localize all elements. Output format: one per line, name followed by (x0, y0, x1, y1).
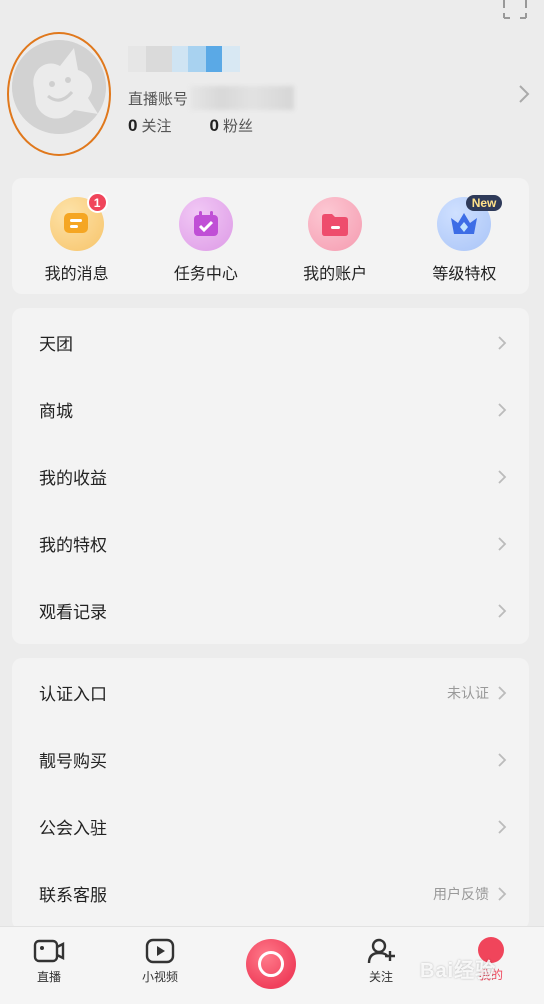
video-play-icon (145, 938, 175, 964)
fans-count: 0 (209, 116, 219, 135)
go-live-icon (258, 951, 284, 977)
chevron-right-icon (519, 85, 530, 103)
account-id-row: 直播账号 (128, 86, 295, 110)
following-stat[interactable]: 0 关注 (128, 115, 171, 136)
chevron-right-icon (498, 402, 507, 417)
quick-action-label: 等级特权 (432, 266, 497, 283)
nav-label: 关注 (368, 970, 393, 984)
menu-label: 公会入驻 (39, 819, 107, 838)
menu-item-earnings[interactable]: 我的收益 (12, 443, 529, 510)
chevron-right-icon (498, 886, 507, 901)
message-icon: 1 (49, 192, 108, 251)
nav-short-video[interactable]: 小视频 (125, 937, 195, 985)
menu-label: 联系客服 (39, 886, 107, 905)
go-live-button[interactable] (246, 939, 296, 989)
account-prefix: 直播账号 (128, 90, 189, 108)
quick-action-level[interactable]: New 等级特权 (400, 178, 529, 294)
nav-following[interactable]: 关注 (346, 937, 416, 985)
account-id-blurred (190, 86, 295, 110)
nickname-blurred (128, 46, 240, 72)
default-avatar-icon (12, 40, 106, 134)
profile-stats: 0 关注 0 粉丝 (128, 115, 253, 136)
avatar[interactable] (12, 40, 106, 134)
fans-label: 粉丝 (222, 118, 253, 135)
chevron-right-icon (498, 752, 507, 767)
menu-item-guild[interactable]: 公会入驻 (12, 793, 529, 860)
menu-item-mall[interactable]: 商城 (12, 376, 529, 443)
menu-label: 我的特权 (39, 536, 107, 555)
new-badge: New (465, 195, 503, 211)
chevron-right-icon (498, 335, 507, 350)
quick-action-label: 任务中心 (173, 266, 238, 283)
menu-item-tiantuan[interactable]: 天团 (12, 309, 529, 376)
tv-icon (33, 939, 65, 963)
menu-item-vip-number[interactable]: 靓号购买 (12, 726, 529, 793)
following-count: 0 (128, 116, 138, 135)
verification-status: 未认证 (447, 684, 489, 701)
quick-action-label: 我的账户 (303, 266, 368, 283)
level-crown-icon: New (437, 195, 503, 251)
wallet-folder-icon (308, 197, 363, 251)
menu-label: 认证入口 (39, 685, 107, 704)
menu-label: 观看记录 (39, 603, 107, 622)
nav-label: 直播 (36, 970, 61, 984)
nav-label: 小视频 (141, 970, 178, 984)
quick-action-label: 我的消息 (44, 266, 109, 283)
task-calendar-icon (178, 197, 233, 251)
menu-item-verification[interactable]: 认证入口 未认证 (12, 659, 529, 726)
quick-actions: 1 我的消息 任务中心 我的账户 New 等级特权 (12, 178, 529, 294)
user-add-icon (367, 938, 395, 964)
chevron-right-icon (498, 536, 507, 551)
menu-label: 我的收益 (39, 469, 107, 488)
feedback-link: 用户反馈 (433, 885, 489, 902)
quick-action-account[interactable]: 我的账户 (271, 178, 400, 294)
quick-action-tasks[interactable]: 任务中心 (141, 178, 270, 294)
message-badge: 1 (86, 192, 108, 213)
menu-label: 商城 (39, 402, 73, 421)
watermark: Bai经验 (420, 960, 497, 982)
menu-item-privileges[interactable]: 我的特权 (12, 510, 529, 577)
quick-action-messages[interactable]: 1 我的消息 (12, 178, 141, 294)
profile-header[interactable]: 直播账号 0 关注 0 粉丝 (0, 30, 544, 160)
fans-stat[interactable]: 0 粉丝 (209, 115, 252, 136)
menu-item-history[interactable]: 观看记录 (12, 577, 529, 644)
menu-label: 天团 (39, 335, 73, 354)
menu-card-services: 认证入口 未认证 靓号购买 公会入驻 联系客服 用户反馈 (12, 658, 529, 930)
chevron-right-icon (498, 603, 507, 618)
chevron-right-icon (498, 469, 507, 484)
menu-card-main: 天团 商城 我的收益 我的特权 观看记录 (12, 308, 529, 644)
menu-label: 靓号购买 (39, 752, 107, 771)
scan-icon[interactable] (502, 0, 528, 20)
following-label: 关注 (141, 118, 172, 135)
menu-item-customer-service[interactable]: 联系客服 用户反馈 (12, 860, 529, 927)
nav-live[interactable]: 直播 (14, 937, 84, 985)
chevron-right-icon (498, 685, 507, 700)
chevron-right-icon (498, 819, 507, 834)
